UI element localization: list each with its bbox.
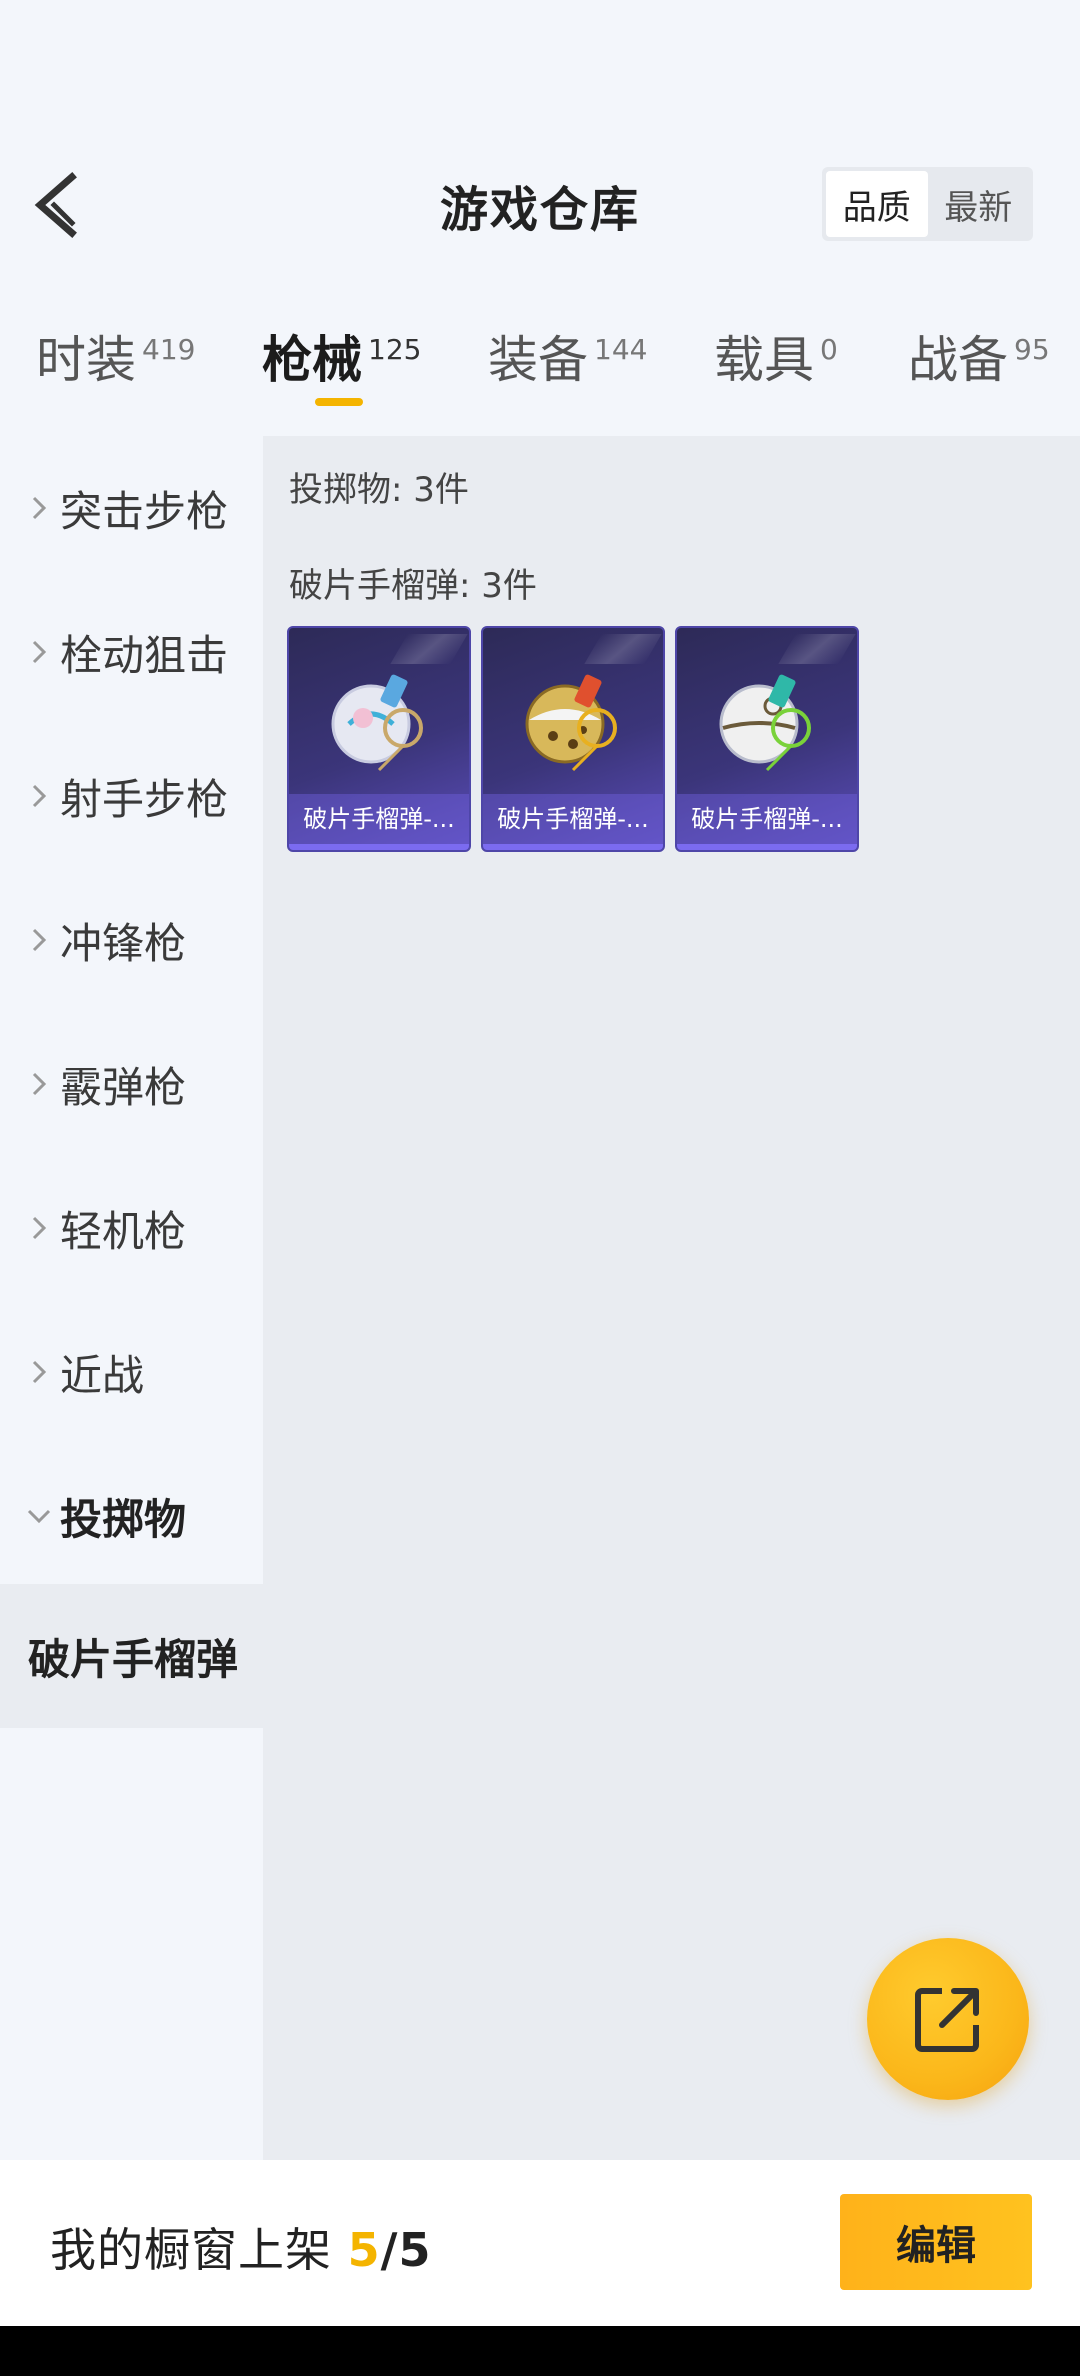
sidebar-subitem-frag-grenade[interactable]: 破片手榴弹 bbox=[0, 1584, 263, 1728]
category-count-label: 投掷物: 3件 bbox=[289, 470, 469, 510]
category-tabs: 时装 419 枪械 125 装备 144 载具 0 战备 95 bbox=[0, 320, 1080, 420]
tab-label: 载具 bbox=[714, 331, 814, 389]
sidebar-item-marksman-rifle[interactable]: 射手步枪 bbox=[0, 724, 263, 868]
sidebar-item-lmg[interactable]: 轻机枪 bbox=[0, 1156, 263, 1300]
subcategory-count-label: 破片手榴弹: 3件 bbox=[289, 566, 537, 606]
sidebar-item-melee[interactable]: 近战 bbox=[0, 1300, 263, 1444]
chevron-right-icon bbox=[24, 782, 54, 810]
chevron-right-icon bbox=[24, 494, 54, 522]
tab-outfits[interactable]: 时装 419 bbox=[36, 320, 195, 420]
sidebar-item-label: 近战 bbox=[60, 1350, 145, 1400]
sort-option-quality[interactable]: 品质 bbox=[826, 171, 928, 237]
share-button[interactable] bbox=[867, 1938, 1029, 2100]
chevron-down-icon bbox=[24, 1507, 54, 1525]
item-caption: 破片手榴弹-... bbox=[483, 794, 663, 844]
grenade-icon bbox=[331, 674, 423, 772]
tab-count: 419 bbox=[142, 333, 196, 366]
chevron-right-icon bbox=[24, 1070, 54, 1098]
chevron-right-icon bbox=[24, 926, 54, 954]
item-caption: 破片手榴弹-... bbox=[289, 794, 469, 844]
chevron-right-icon bbox=[24, 1214, 54, 1242]
sort-toggle: 品质 最新 bbox=[822, 167, 1033, 241]
sidebar-item-shotgun[interactable]: 霰弹枪 bbox=[0, 1012, 263, 1156]
sidebar-subitem-label: 破片手榴弹 bbox=[28, 1634, 239, 1684]
sidebar-item-label: 轻机枪 bbox=[60, 1206, 187, 1256]
bottom-bar: 我的橱窗上架 5/5 编辑 bbox=[0, 2160, 1080, 2326]
sidebar-item-label: 霰弹枪 bbox=[60, 1062, 187, 1112]
active-tab-indicator bbox=[315, 398, 363, 406]
tab-equipment[interactable]: 装备 144 bbox=[488, 320, 647, 420]
showcase-current: 5 bbox=[347, 2223, 381, 2277]
sidebar-item-label: 栓动狙击 bbox=[60, 630, 229, 680]
tab-count: 0 bbox=[820, 333, 838, 366]
sidebar-item-assault-rifle[interactable]: 突击步枪 bbox=[0, 436, 263, 580]
tab-label: 时装 bbox=[36, 331, 136, 389]
grenade-icon bbox=[719, 674, 811, 772]
showcase-count: 我的橱窗上架 5/5 bbox=[50, 2214, 431, 2280]
item-card[interactable]: 破片手榴弹-... bbox=[287, 626, 471, 852]
sidebar-item-label: 冲锋枪 bbox=[60, 918, 187, 968]
header: 游戏仓库 品质 最新 bbox=[0, 0, 1080, 290]
sidebar-item-bolt-action-sniper[interactable]: 栓动狙击 bbox=[0, 580, 263, 724]
showcase-label: 我的橱窗上架 bbox=[50, 2223, 348, 2277]
sidebar-item-label: 射手步枪 bbox=[60, 774, 229, 824]
tab-count: 95 bbox=[1014, 333, 1050, 366]
sidebar-item-smg[interactable]: 冲锋枪 bbox=[0, 868, 263, 1012]
item-content-panel: 投掷物: 3件 破片手榴弹: 3件 破片手榴弹-... 破片手榴弹-... 破片… bbox=[263, 436, 1080, 2160]
chevron-right-icon bbox=[24, 1358, 54, 1386]
sidebar-item-label: 突击步枪 bbox=[60, 486, 229, 536]
showcase-total: /5 bbox=[380, 2223, 432, 2277]
share-external-icon bbox=[915, 1988, 979, 2052]
tab-label: 枪械 bbox=[262, 331, 362, 389]
sidebar-item-throwables[interactable]: 投掷物 bbox=[0, 1444, 263, 1588]
tab-count: 144 bbox=[594, 333, 648, 366]
tab-combat-gear[interactable]: 战备 95 bbox=[908, 320, 1050, 420]
item-card[interactable]: 破片手榴弹-... bbox=[675, 626, 859, 852]
grenade-icon bbox=[525, 674, 617, 772]
system-nav-bar bbox=[0, 2326, 1080, 2376]
sidebar-item-label: 投掷物 bbox=[60, 1494, 187, 1544]
sidebar: 突击步枪 栓动狙击 射手步枪 冲锋枪 霰弹枪 轻机枪 近战 投掷物 bbox=[0, 436, 263, 2160]
item-caption: 破片手榴弹-... bbox=[677, 794, 857, 844]
item-grid: 破片手榴弹-... 破片手榴弹-... 破片手榴弹-... bbox=[287, 626, 859, 852]
edit-button[interactable]: 编辑 bbox=[840, 2194, 1032, 2290]
sort-option-latest[interactable]: 最新 bbox=[928, 171, 1030, 237]
chevron-right-icon bbox=[24, 638, 54, 666]
tab-label: 装备 bbox=[488, 331, 588, 389]
item-card[interactable]: 破片手榴弹-... bbox=[481, 626, 665, 852]
tab-label: 战备 bbox=[908, 331, 1008, 389]
tab-vehicles[interactable]: 载具 0 bbox=[714, 320, 838, 420]
tab-count: 125 bbox=[368, 333, 422, 366]
